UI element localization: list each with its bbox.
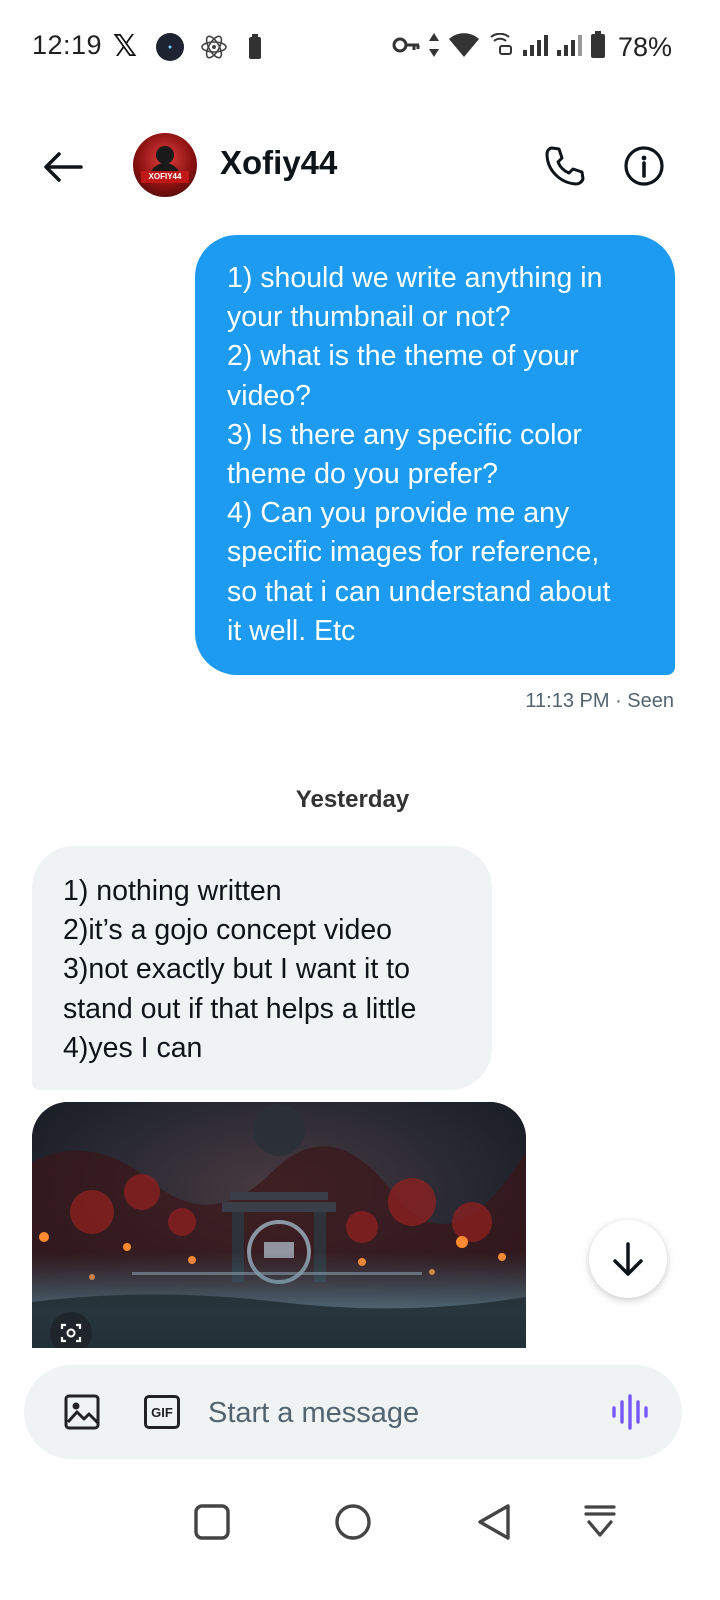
sent-message-bubble[interactable]: 1) should we write anything in your thum… (195, 235, 675, 675)
battery-icon (590, 30, 606, 64)
triangle-back-icon (478, 1504, 510, 1540)
contact-name[interactable]: Xofiy44 (220, 144, 337, 182)
circle-icon (335, 1504, 371, 1540)
phone-icon (545, 146, 585, 186)
message-meta: 11:13 PM · Seen (525, 690, 674, 713)
received-message-text: 1) nothing written 2)it’s a gojo concept… (63, 875, 417, 1064)
arrow-down-icon (613, 1242, 643, 1276)
square-icon (194, 1504, 230, 1540)
info-icon (624, 146, 664, 186)
wifi-icon (448, 32, 480, 63)
status-bar: 12:19 𝕏 ● 78% (0, 0, 720, 96)
back-nav-button[interactable] (474, 1502, 514, 1542)
vpn-key-icon (392, 35, 420, 60)
meta-separator: · (615, 690, 628, 712)
reference-image (32, 1102, 526, 1348)
battery-percent: 78% (617, 31, 672, 62)
message-status: Seen (627, 690, 674, 712)
voice-waveform-icon (612, 1394, 648, 1430)
date-separator: Yesterday (295, 786, 410, 813)
wifi-calling-icon (488, 32, 514, 62)
lens-icon[interactable] (50, 1312, 92, 1348)
back-button[interactable] (40, 144, 86, 190)
message-composer: GIF (24, 1365, 682, 1459)
call-button[interactable] (540, 142, 588, 190)
vryco-icon: ● (156, 33, 184, 61)
react-icon (200, 32, 228, 62)
message-time: 11:13 PM (525, 690, 610, 712)
avatar[interactable]: XOFIY44 (133, 133, 197, 197)
voice-message-button[interactable] (610, 1393, 650, 1431)
notification-pulldown-button[interactable] (580, 1502, 620, 1542)
info-button[interactable] (620, 142, 668, 190)
conversation-header: XOFIY44 Xofiy44 (0, 120, 720, 212)
image-icon (64, 1394, 100, 1430)
received-message-bubble[interactable]: 1) nothing written 2)it’s a gojo concept… (32, 846, 492, 1090)
signal-1-icon (522, 34, 548, 61)
back-arrow-icon (44, 152, 83, 182)
status-indicators: 78% (392, 30, 672, 64)
scroll-to-bottom-button[interactable] (589, 1220, 667, 1298)
sent-message-text: 1) should we write anything in your thum… (227, 262, 611, 647)
image-message[interactable] (32, 1102, 526, 1348)
battery-small-icon (248, 34, 262, 60)
data-arrows-icon (428, 32, 440, 63)
recents-button[interactable] (192, 1502, 232, 1542)
media-button[interactable] (64, 1394, 100, 1430)
home-button[interactable] (333, 1502, 373, 1542)
signal-2-icon (556, 34, 582, 61)
status-time: 12:19 (32, 30, 103, 60)
message-input[interactable] (208, 1391, 588, 1435)
x-logo-icon: 𝕏 (112, 29, 138, 64)
avatar-label: XOFIY44 (141, 171, 189, 183)
system-nav-bar (0, 1490, 720, 1560)
pull-down-icon (584, 1505, 616, 1537)
gif-button[interactable]: GIF (144, 1395, 180, 1429)
